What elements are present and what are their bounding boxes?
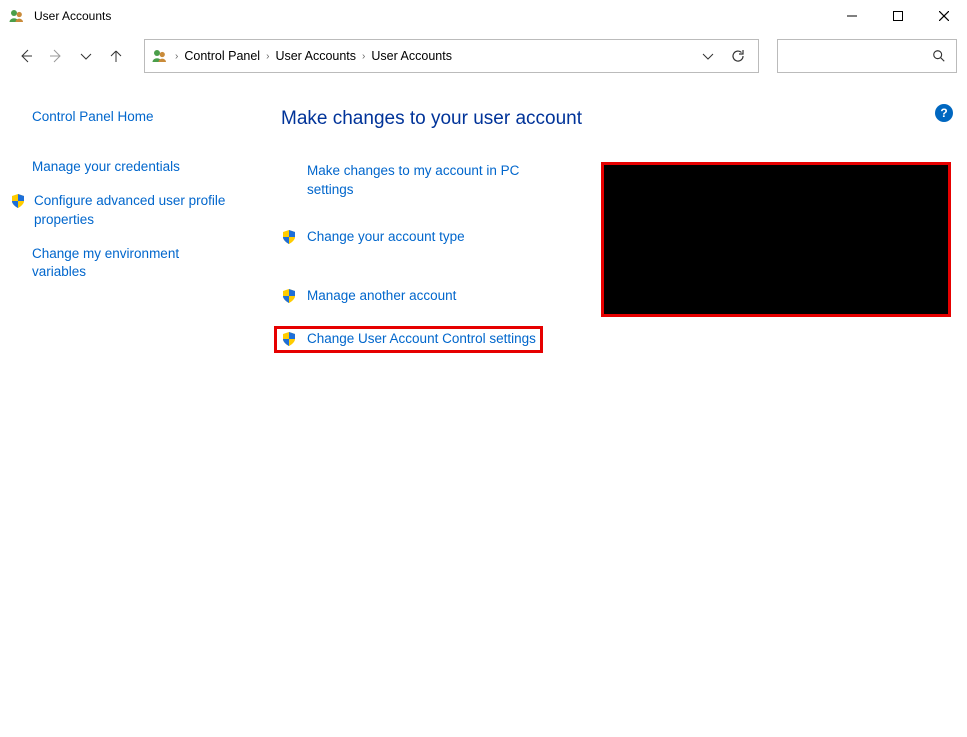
action-change-uac-settings[interactable]: Change User Account Control settings [281,330,536,349]
account-preview-redacted [601,162,951,317]
content-area: Control Panel Home Manage your credentia… [0,80,967,353]
breadcrumb-control-panel[interactable]: Control Panel [184,49,260,63]
address-icon [151,47,169,65]
sidebar-item-configure-advanced-profile[interactable]: Configure advanced user profile properti… [32,192,227,228]
shield-icon [281,331,299,349]
breadcrumb-user-accounts-2[interactable]: User Accounts [371,49,452,63]
help-symbol: ? [940,106,947,120]
chevron-right-icon[interactable]: › [175,51,178,62]
nav-arrows [10,48,132,64]
action-manage-another-account[interactable]: Manage another account [281,287,561,306]
shield-icon [10,193,28,211]
sidebar: Control Panel Home Manage your credentia… [0,108,247,353]
shield-icon [281,288,299,306]
help-icon[interactable]: ? [935,104,953,122]
maximize-button[interactable] [875,0,921,32]
user-accounts-icon [8,7,26,25]
action-pc-settings[interactable]: Make changes to my account in PC setting… [281,162,561,200]
search-input[interactable] [777,39,957,73]
back-button[interactable] [18,48,34,64]
minimize-button[interactable] [829,0,875,32]
forward-button[interactable] [48,48,64,64]
actions-list: Make changes to my account in PC setting… [281,162,561,353]
sidebar-item-label: Control Panel Home [32,108,154,126]
chevron-right-icon[interactable]: › [362,51,365,62]
main-panel: Make changes to your user account Make c… [247,108,967,353]
sidebar-item-label: Configure advanced user profile properti… [34,192,227,228]
shield-icon [281,229,299,247]
nav-row: › Control Panel › User Accounts › User A… [0,32,967,80]
sidebar-item-manage-credentials[interactable]: Manage your credentials [32,158,227,176]
action-label: Change User Account Control settings [307,330,536,349]
action-label: Change your account type [307,228,465,247]
sidebar-item-label: Manage your credentials [32,158,180,176]
address-bar[interactable]: › Control Panel › User Accounts › User A… [144,39,759,73]
sidebar-item-label: Change my environment variables [32,245,227,281]
close-button[interactable] [921,0,967,32]
window-controls [829,0,967,32]
titlebar: User Accounts [0,0,967,32]
up-button[interactable] [108,48,124,64]
highlighted-action: Change User Account Control settings [274,326,543,353]
sidebar-item-control-panel-home[interactable]: Control Panel Home [32,108,227,126]
action-change-account-type[interactable]: Change your account type [281,228,561,247]
breadcrumb-user-accounts[interactable]: User Accounts [275,49,356,63]
window-title: User Accounts [34,9,111,23]
refresh-button[interactable] [730,48,746,64]
action-label: Manage another account [307,287,456,306]
action-label: Make changes to my account in PC setting… [307,162,561,200]
page-heading: Make changes to your user account [281,108,951,130]
recent-dropdown[interactable] [78,48,94,64]
chevron-right-icon[interactable]: › [266,51,269,62]
address-dropdown[interactable] [700,48,716,64]
search-icon [932,49,946,63]
sidebar-item-environment-variables[interactable]: Change my environment variables [32,245,227,281]
